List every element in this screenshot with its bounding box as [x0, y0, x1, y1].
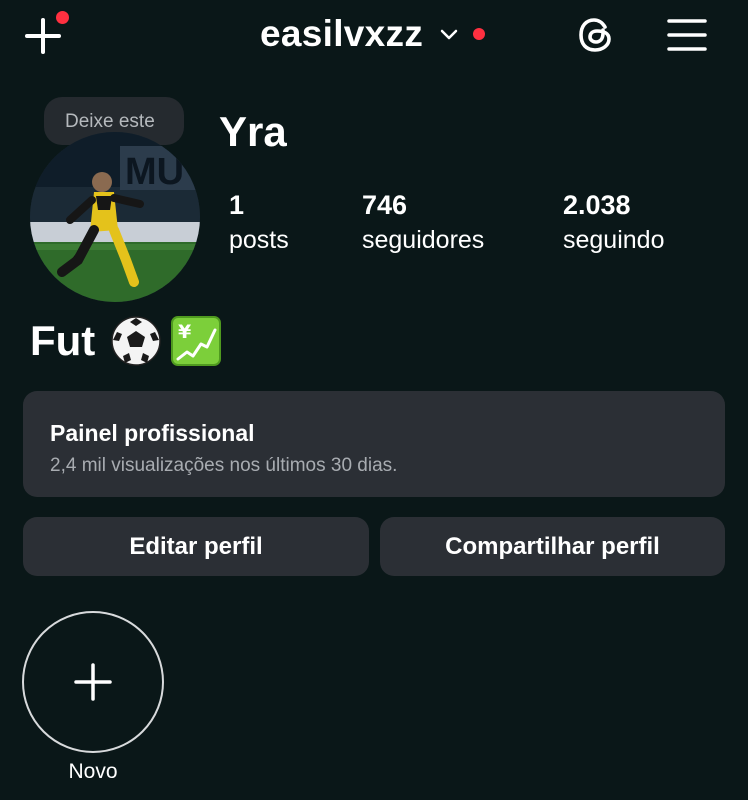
username: easilvxzz [260, 13, 424, 54]
edit-profile-button[interactable]: Editar perfil [23, 517, 369, 576]
menu-button[interactable] [666, 16, 708, 54]
following-count: 2.038 [563, 190, 631, 220]
soccer-ball-icon [111, 316, 162, 366]
share-profile-button[interactable]: Compartilhar perfil [380, 517, 725, 576]
following-label: seguindo [563, 226, 665, 254]
bio-text: Fut [30, 317, 96, 364]
followers-count: 746 [362, 190, 408, 220]
new-highlight-label: Novo [68, 760, 118, 783]
following-stat[interactable]: 2.038 seguindo [563, 188, 664, 258]
top-bar: easilvxzz [0, 0, 748, 72]
posts-stat[interactable]: 1 posts [229, 188, 289, 258]
professional-dashboard[interactable]: Painel profissional 2,4 mil visualizaçõe… [23, 391, 725, 497]
create-notification-dot [54, 9, 71, 26]
followers-label: seguidores [362, 226, 485, 254]
threads-icon [579, 18, 611, 52]
dashboard-title: Painel profissional [50, 420, 255, 446]
svg-text:¥: ¥ [178, 321, 191, 343]
yen-chart-icon: ¥ [171, 316, 222, 366]
avatar[interactable]: MU [30, 132, 200, 302]
account-switcher[interactable]: easilvxzz [260, 12, 486, 56]
display-name: Yra [219, 108, 287, 155]
threads-button[interactable] [575, 14, 617, 56]
svg-text:MU: MU [125, 151, 184, 193]
hamburger-menu-icon [667, 19, 707, 51]
dashboard-subtitle: 2,4 mil visualizações nos últimos 30 dia… [50, 455, 398, 476]
bio: Fut ¥ [30, 314, 223, 368]
avatar-photo: MU [30, 132, 200, 302]
profile-screen: easilvxzz Deixe este MU Yra 1 posts 746 … [0, 0, 748, 800]
note-text: Deixe este [65, 111, 155, 132]
plus-icon [74, 663, 112, 701]
account-notification-dot [473, 28, 486, 40]
posts-label: posts [229, 226, 289, 254]
followers-stat[interactable]: 746 seguidores [362, 188, 484, 258]
posts-count: 1 [229, 190, 245, 220]
new-highlight-button[interactable] [22, 611, 164, 753]
chevron-down-icon [440, 29, 458, 40]
